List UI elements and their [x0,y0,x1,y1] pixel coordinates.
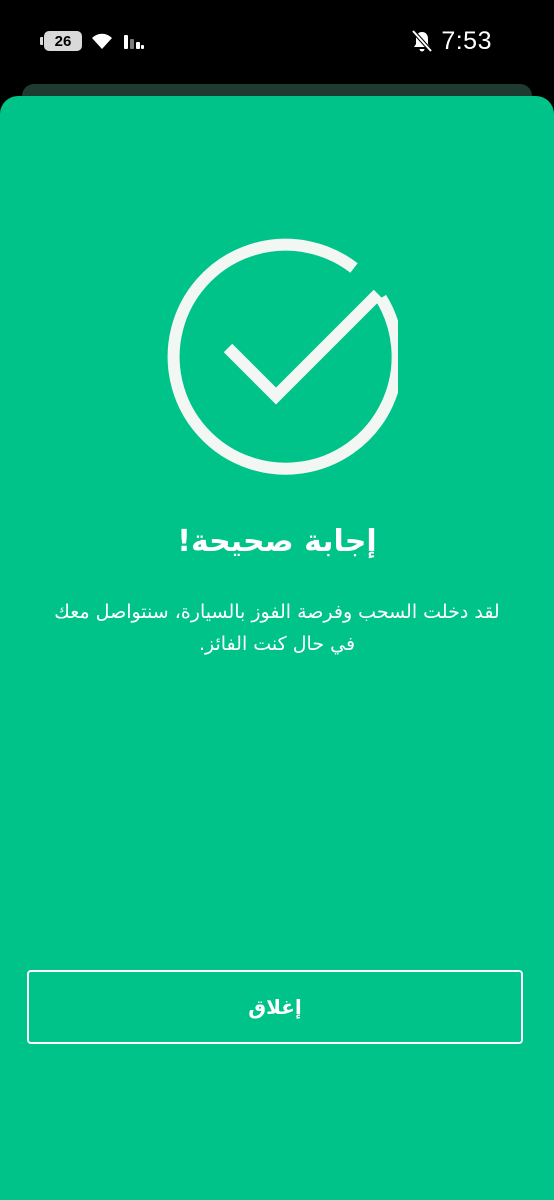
status-left: 26 [40,28,146,54]
result-title: إجابة صحيحة! [177,524,377,559]
clock: 7:53 [441,26,492,55]
battery-level: 26 [54,32,72,50]
battery-icon: 26 [40,31,82,51]
result-message: لقد دخلت السحب وفرصة الفوز بالسيارة، سنت… [54,601,500,655]
wifi-icon [92,33,112,49]
close-button[interactable]: إغلاق [27,970,523,1044]
bell-muted-icon [411,29,433,53]
check-circle-icon [158,236,404,476]
signal-icon [124,35,144,49]
status-right: 7:53 [411,26,492,56]
status-bar: 26 7:53 [0,0,554,82]
